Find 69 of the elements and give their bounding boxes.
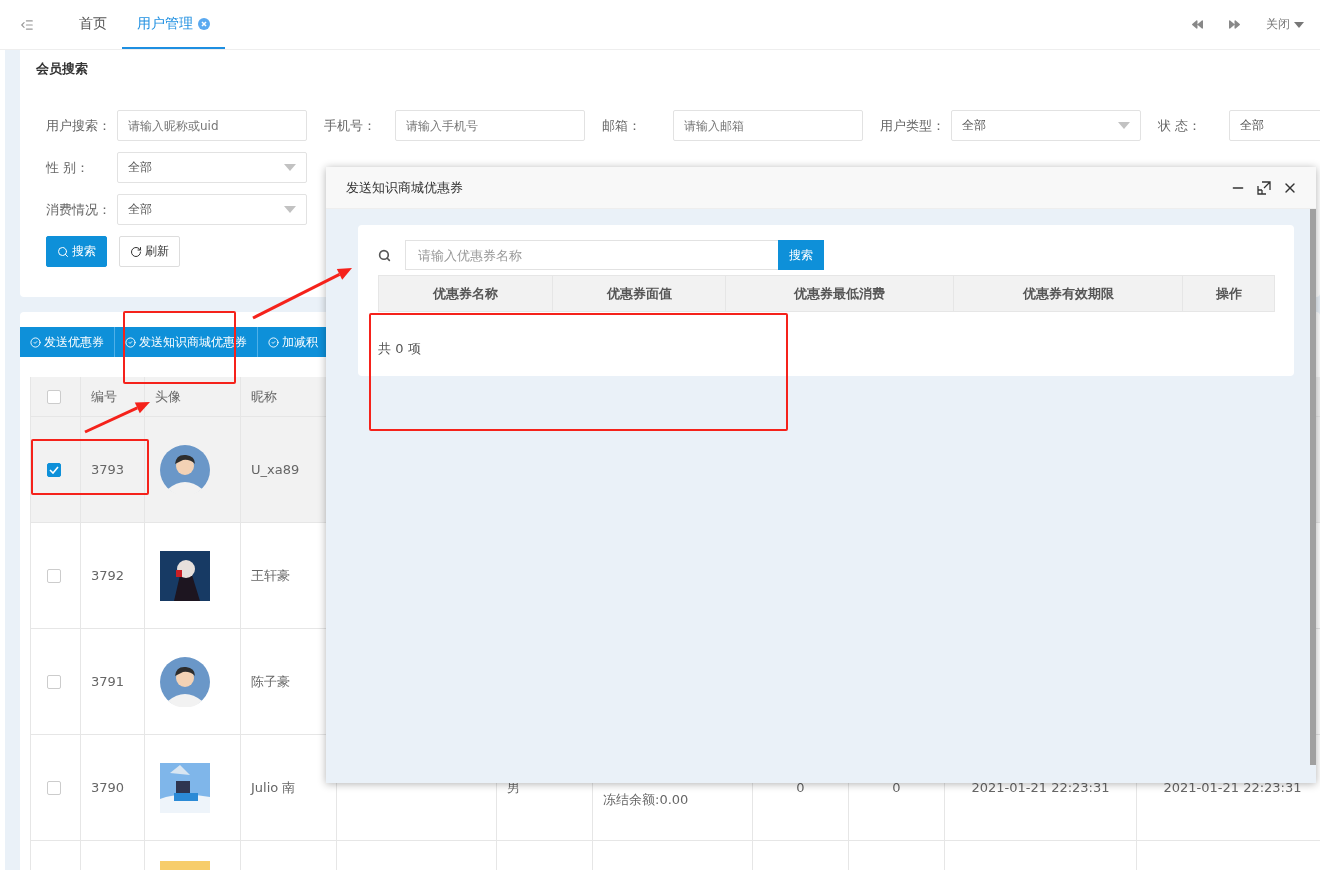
table-cell: 3790 <box>91 780 125 795</box>
select-field[interactable]: 全部 <box>117 152 307 183</box>
table-cell: 0 <box>796 780 805 795</box>
check-circle-icon <box>268 336 279 348</box>
field-label: 用户类型： <box>879 116 946 135</box>
refresh-icon <box>130 245 142 258</box>
search-button[interactable]: 搜索 <box>778 240 824 270</box>
caret-icon <box>1294 21 1304 28</box>
table-cell: Julio 南 <box>251 778 296 797</box>
refresh-button[interactable]: 刷新 <box>119 236 180 267</box>
caret-icon <box>284 164 296 171</box>
annotation-arrow <box>84 402 150 434</box>
select-field[interactable]: 全部 <box>951 110 1141 141</box>
field-label: 状 态： <box>1157 116 1203 135</box>
column-header: 优惠券面值 <box>553 276 726 311</box>
search-field[interactable]: 请输入优惠券名称 <box>405 240 778 270</box>
table-cell: 3793 <box>91 462 125 477</box>
checkbox[interactable] <box>47 780 61 795</box>
field-label: 用户搜索： <box>45 116 112 135</box>
maximize-icon[interactable] <box>1256 179 1272 196</box>
checkbox[interactable] <box>47 389 61 404</box>
dialog-title: 发送知识商城优惠券 <box>346 178 463 197</box>
caret-icon <box>1118 122 1130 129</box>
table-cell: 0 <box>892 780 901 795</box>
tab[interactable]: 首页 <box>64 0 122 49</box>
search-icon <box>378 248 391 262</box>
column-header: 优惠券名称 <box>379 276 553 311</box>
toolbar-button[interactable]: 发送优惠券 <box>20 327 115 357</box>
column-header: 昵称 <box>251 387 277 406</box>
next-icon[interactable] <box>1229 19 1240 30</box>
checkbox[interactable] <box>47 462 61 477</box>
toolbar-button[interactable]: 发送知识商城优惠券 <box>115 327 258 357</box>
table-cell: 冻结余额:0.00 <box>603 790 689 809</box>
search-button[interactable]: 搜索 <box>46 236 107 267</box>
field-label: 手机号： <box>323 116 377 135</box>
field-label: 邮箱： <box>601 116 642 135</box>
table-cell: 3791 <box>91 674 125 689</box>
table-cell: U_xa89 <box>251 462 300 477</box>
column-header: 头像 <box>155 387 181 406</box>
avatar-icon <box>160 444 210 495</box>
select-field[interactable]: 全部 <box>1229 110 1320 141</box>
previous-icon[interactable] <box>1192 19 1203 30</box>
panel-title: 会员搜索 <box>36 61 88 76</box>
field-label: 消费情况： <box>45 200 112 219</box>
scrollbar[interactable] <box>1310 209 1316 765</box>
toolbar-button[interactable]: 加减积 <box>258 327 329 357</box>
table-cell: 陈子豪 <box>251 672 290 691</box>
table-cell: 2021-01-21 22:23:31 <box>1163 780 1302 795</box>
check-circle-icon <box>125 336 136 348</box>
column-header: 优惠券最低消费 <box>726 276 954 311</box>
table-cell: 王轩豪 <box>251 566 290 585</box>
column-header: 优惠券有效期限 <box>954 276 1183 311</box>
search-icon <box>57 245 69 258</box>
input-field[interactable]: 请输入手机号 <box>395 110 585 141</box>
input-field[interactable]: 请输入邮箱 <box>673 110 863 141</box>
select-field[interactable]: 全部 <box>117 194 307 225</box>
column-header: 操作 <box>1183 276 1275 311</box>
close-menu[interactable]: 关闭 <box>1266 16 1304 33</box>
check-circle-icon <box>30 336 41 348</box>
input-field[interactable]: 请输入昵称或uid <box>117 110 307 141</box>
field-label: 性 别： <box>45 158 91 177</box>
table-cell: 2021-01-21 22:23:31 <box>971 780 1110 795</box>
avatar-icon <box>160 656 210 707</box>
checkbox[interactable] <box>47 568 61 583</box>
table-cell: 3792 <box>91 568 125 583</box>
caret-icon <box>284 206 296 213</box>
column-header: 编号 <box>91 387 117 406</box>
checkbox[interactable] <box>47 674 61 689</box>
total-count: 共 0 项 <box>378 340 422 358</box>
